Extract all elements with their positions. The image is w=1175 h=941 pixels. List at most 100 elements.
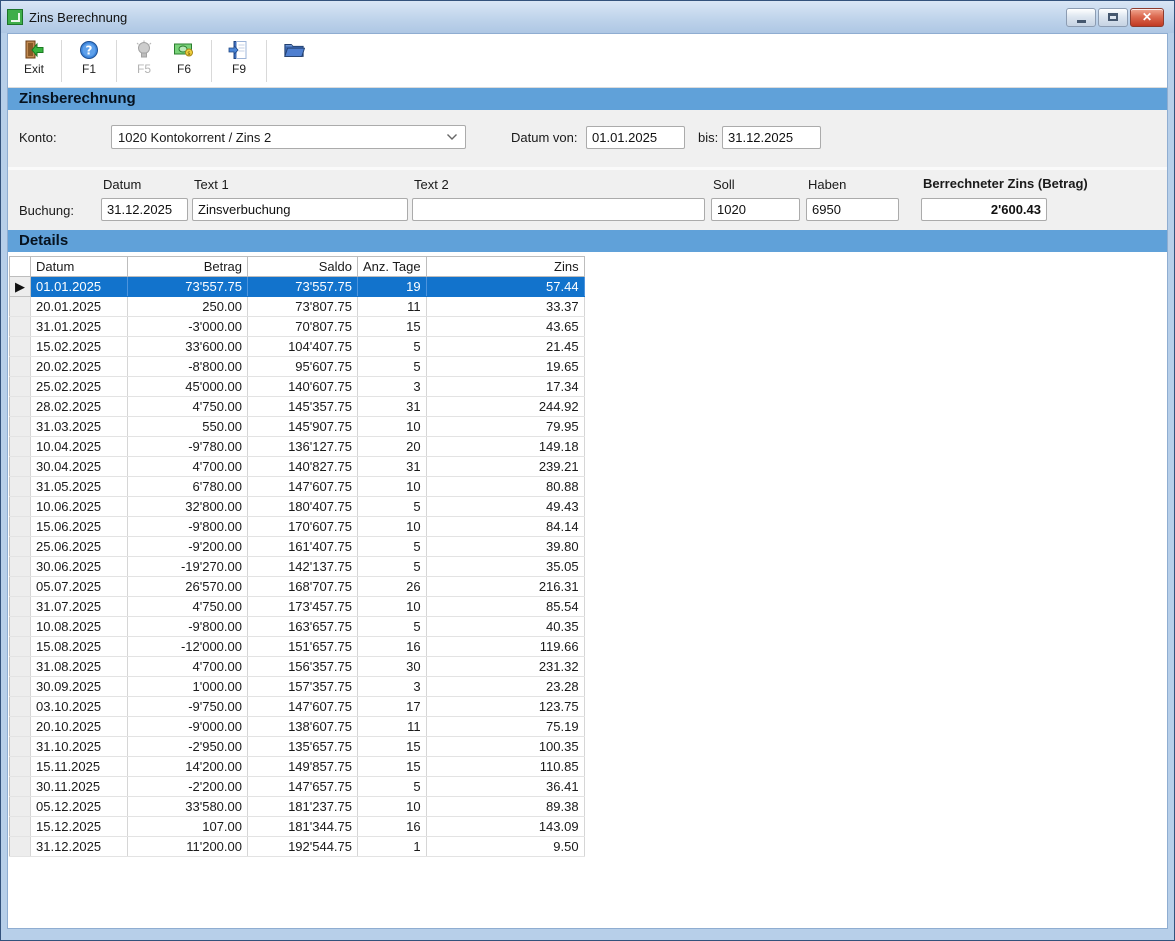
table-cell[interactable]: 163'657.75 (248, 617, 358, 637)
table-cell[interactable]: -9'780.00 (128, 437, 248, 457)
table-cell[interactable]: 84.14 (426, 517, 584, 537)
table-cell[interactable]: 30.06.2025 (31, 557, 128, 577)
table-cell[interactable]: 10 (358, 477, 427, 497)
table-cell[interactable]: 140'607.75 (248, 377, 358, 397)
table-cell[interactable]: 30.09.2025 (31, 677, 128, 697)
table-cell[interactable]: 15 (358, 317, 427, 337)
column-header-zins[interactable]: Zins (426, 257, 584, 277)
table-cell[interactable]: 170'607.75 (248, 517, 358, 537)
table-cell[interactable]: 156'357.75 (248, 657, 358, 677)
table-row[interactable]: 31.07.20254'750.00173'457.751085.54 (10, 597, 585, 617)
table-row[interactable]: 25.02.202545'000.00140'607.75317.34 (10, 377, 585, 397)
table-row[interactable]: 10.04.2025-9'780.00136'127.7520149.18 (10, 437, 585, 457)
table-cell[interactable]: 119.66 (426, 637, 584, 657)
table-cell[interactable]: -9'750.00 (128, 697, 248, 717)
table-cell[interactable]: 5 (358, 537, 427, 557)
table-cell[interactable]: -19'270.00 (128, 557, 248, 577)
table-cell[interactable]: 31.08.2025 (31, 657, 128, 677)
table-cell[interactable]: 19.65 (426, 357, 584, 377)
table-cell[interactable]: 147'607.75 (248, 697, 358, 717)
table-cell[interactable]: 23.28 (426, 677, 584, 697)
table-cell[interactable]: 75.19 (426, 717, 584, 737)
table-cell[interactable]: 73'557.75 (248, 277, 358, 297)
table-cell[interactable]: 16 (358, 637, 427, 657)
table-cell[interactable]: 550.00 (128, 417, 248, 437)
table-row[interactable]: 30.09.20251'000.00157'357.75323.28 (10, 677, 585, 697)
table-cell[interactable]: 15.06.2025 (31, 517, 128, 537)
table-cell[interactable]: 192'544.75 (248, 837, 358, 857)
minimize-button[interactable] (1066, 8, 1096, 27)
table-cell[interactable]: 4'700.00 (128, 457, 248, 477)
table-cell[interactable]: -2'200.00 (128, 777, 248, 797)
table-cell[interactable]: 15 (358, 757, 427, 777)
table-row[interactable]: 05.12.202533'580.00181'237.751089.38 (10, 797, 585, 817)
table-cell[interactable]: 173'457.75 (248, 597, 358, 617)
table-cell[interactable]: 25.02.2025 (31, 377, 128, 397)
table-cell[interactable]: 11 (358, 297, 427, 317)
table-row[interactable]: 30.04.20254'700.00140'827.7531239.21 (10, 457, 585, 477)
table-row[interactable]: 28.02.20254'750.00145'357.7531244.92 (10, 397, 585, 417)
table-cell[interactable]: 11 (358, 717, 427, 737)
table-cell[interactable]: 89.38 (426, 797, 584, 817)
table-row[interactable]: 31.03.2025550.00145'907.751079.95 (10, 417, 585, 437)
buchung-datum-input[interactable] (101, 198, 188, 221)
table-row[interactable]: 15.12.2025107.00181'344.7516143.09 (10, 817, 585, 837)
table-cell[interactable]: 49.43 (426, 497, 584, 517)
folder-button[interactable] (274, 38, 314, 62)
table-cell[interactable]: 5 (358, 497, 427, 517)
table-cell[interactable]: 36.41 (426, 777, 584, 797)
table-cell[interactable]: 10 (358, 797, 427, 817)
table-cell[interactable]: 17.34 (426, 377, 584, 397)
table-cell[interactable]: 31.03.2025 (31, 417, 128, 437)
table-cell[interactable]: 32'800.00 (128, 497, 248, 517)
table-cell[interactable]: 19 (358, 277, 427, 297)
table-cell[interactable]: 43.65 (426, 317, 584, 337)
buchung-text2-input[interactable] (412, 198, 705, 221)
table-cell[interactable]: 85.54 (426, 597, 584, 617)
table-cell[interactable]: 21.45 (426, 337, 584, 357)
table-cell[interactable]: 100.35 (426, 737, 584, 757)
table-cell[interactable]: -3'000.00 (128, 317, 248, 337)
table-cell[interactable]: -9'800.00 (128, 517, 248, 537)
table-cell[interactable]: 135'657.75 (248, 737, 358, 757)
datum-von-input[interactable] (586, 126, 685, 149)
table-cell[interactable]: 20.01.2025 (31, 297, 128, 317)
table-cell[interactable]: 9.50 (426, 837, 584, 857)
table-cell[interactable]: -2'950.00 (128, 737, 248, 757)
table-cell[interactable]: 10.04.2025 (31, 437, 128, 457)
table-row[interactable]: 31.05.20256'780.00147'607.751080.88 (10, 477, 585, 497)
table-cell[interactable]: 15.08.2025 (31, 637, 128, 657)
table-row[interactable]: 15.11.202514'200.00149'857.7515110.85 (10, 757, 585, 777)
table-cell[interactable]: 33.37 (426, 297, 584, 317)
table-cell[interactable]: 6'780.00 (128, 477, 248, 497)
table-row[interactable]: 30.06.2025-19'270.00142'137.75535.05 (10, 557, 585, 577)
table-cell[interactable]: 31 (358, 397, 427, 417)
table-cell[interactable]: 15.02.2025 (31, 337, 128, 357)
table-cell[interactable]: 5 (358, 357, 427, 377)
table-cell[interactable]: 16 (358, 817, 427, 837)
table-cell[interactable]: 157'357.75 (248, 677, 358, 697)
column-header-saldo[interactable]: Saldo (248, 257, 358, 277)
column-header-anz-tage[interactable]: Anz. Tage (358, 257, 427, 277)
table-cell[interactable]: 80.88 (426, 477, 584, 497)
table-cell[interactable]: 4'750.00 (128, 397, 248, 417)
table-row[interactable]: 15.06.2025-9'800.00170'607.751084.14 (10, 517, 585, 537)
table-cell[interactable]: 250.00 (128, 297, 248, 317)
table-cell[interactable]: 30.11.2025 (31, 777, 128, 797)
table-row[interactable]: 03.10.2025-9'750.00147'607.7517123.75 (10, 697, 585, 717)
table-cell[interactable]: 30.04.2025 (31, 457, 128, 477)
table-row[interactable]: 31.10.2025-2'950.00135'657.7515100.35 (10, 737, 585, 757)
table-row[interactable]: 15.02.202533'600.00104'407.75521.45 (10, 337, 585, 357)
table-cell[interactable]: 35.05 (426, 557, 584, 577)
table-cell[interactable]: 4'750.00 (128, 597, 248, 617)
table-cell[interactable]: 30 (358, 657, 427, 677)
table-cell[interactable]: 28.02.2025 (31, 397, 128, 417)
table-cell[interactable]: 104'407.75 (248, 337, 358, 357)
table-row[interactable]: 10.06.202532'800.00180'407.75549.43 (10, 497, 585, 517)
table-cell[interactable]: 147'607.75 (248, 477, 358, 497)
table-cell[interactable]: -12'000.00 (128, 637, 248, 657)
table-row[interactable]: 15.08.2025-12'000.00151'657.7516119.66 (10, 637, 585, 657)
bis-input[interactable] (722, 126, 821, 149)
table-cell[interactable]: 05.07.2025 (31, 577, 128, 597)
table-cell[interactable]: 149'857.75 (248, 757, 358, 777)
